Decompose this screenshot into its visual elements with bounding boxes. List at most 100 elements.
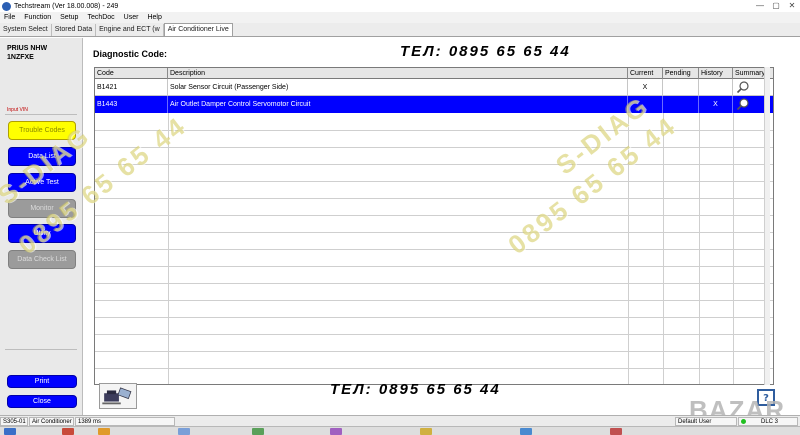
vehicle-model: PRIUS NHW bbox=[7, 45, 48, 52]
vehicle-engine: 1NZFXE bbox=[7, 54, 34, 61]
monitor-button[interactable]: Monitor bbox=[8, 199, 76, 218]
menu-techdoc[interactable]: TechDoc bbox=[87, 14, 114, 21]
techstream-app-icon bbox=[2, 1, 11, 11]
status-system: Air Conditioner bbox=[29, 417, 74, 426]
grid-col-line bbox=[663, 113, 664, 384]
menu-help[interactable]: Help bbox=[147, 14, 161, 21]
row-code: B1421 bbox=[95, 79, 168, 96]
data-list-button[interactable]: Data List bbox=[8, 147, 76, 166]
row-pending bbox=[663, 96, 699, 113]
row-pending bbox=[663, 79, 699, 96]
phone-banner-top: ТЕЛ: 0895 65 65 44 bbox=[400, 43, 571, 60]
col-code-header[interactable]: Code bbox=[95, 68, 168, 79]
dtc-table-header: Code Description Current Pending History… bbox=[95, 68, 773, 79]
input-vin-link[interactable]: Input VIN bbox=[7, 107, 28, 113]
taskbar-app-icon[interactable] bbox=[252, 428, 264, 435]
row-code: B1443 bbox=[95, 96, 168, 113]
grid-row-line bbox=[95, 283, 773, 284]
tab-air-conditioner-live[interactable]: Air Conditioner Live bbox=[163, 23, 233, 36]
engine-tool-icon bbox=[102, 387, 132, 405]
grid-row-line bbox=[95, 317, 773, 318]
grid-row-line bbox=[95, 164, 773, 165]
data-check-list-button[interactable]: Data Check List bbox=[8, 250, 76, 269]
menu-setup[interactable]: Setup bbox=[60, 14, 78, 21]
grid-row-line bbox=[95, 130, 773, 131]
grid-row-line bbox=[95, 215, 773, 216]
row-history: X bbox=[699, 96, 733, 113]
grid-col-line bbox=[699, 113, 700, 384]
status-dlc: DLC 3 bbox=[738, 417, 798, 426]
dtc-table: Code Description Current Pending History… bbox=[94, 67, 774, 385]
tab-system-select[interactable]: System Select bbox=[0, 24, 52, 36]
grid-row-line bbox=[95, 147, 773, 148]
window-title: Techstream (Ver 18.00.008) - 249 bbox=[14, 2, 119, 10]
tab-stored-data[interactable]: Stored Data bbox=[52, 24, 97, 36]
grid-row-line bbox=[95, 368, 773, 369]
menu-function[interactable]: Function bbox=[24, 14, 51, 21]
tab-engine-ect[interactable]: Engine and ECT (w bbox=[96, 24, 164, 36]
trouble-codes-button[interactable]: Trouble Codes bbox=[8, 121, 76, 140]
table-row[interactable]: B1421 Solar Sensor Circuit (Passenger Si… bbox=[95, 79, 773, 96]
taskbar-app-icon[interactable] bbox=[610, 428, 622, 435]
grid-col-line bbox=[628, 113, 629, 384]
close-button[interactable]: Close bbox=[7, 395, 77, 408]
table-row-selected[interactable]: B1443 Air Outlet Damper Control Servomot… bbox=[95, 96, 773, 113]
menu-bar: File Function Setup TechDoc User Help bbox=[0, 12, 800, 23]
print-button[interactable]: Print bbox=[7, 375, 77, 388]
taskbar-app-icon[interactable] bbox=[178, 428, 190, 435]
utility-button[interactable]: Utility bbox=[8, 224, 76, 243]
row-description: Air Outlet Damper Control Servomotor Cir… bbox=[168, 96, 628, 113]
title-bar: Techstream (Ver 18.00.008) - 249 — ▢ ✕ bbox=[0, 0, 800, 12]
window-controls: — ▢ ✕ bbox=[754, 1, 798, 10]
phone-banner-bottom: ТЕЛ: 0895 65 65 44 bbox=[330, 381, 501, 398]
tab-bar: System Select Stored Data Engine and ECT… bbox=[0, 23, 800, 37]
techstream-window: Techstream (Ver 18.00.008) - 249 — ▢ ✕ F… bbox=[0, 0, 800, 435]
grid-row-line bbox=[95, 266, 773, 267]
col-pending-header[interactable]: Pending bbox=[663, 68, 699, 79]
col-description-header[interactable]: Description bbox=[168, 68, 628, 79]
close-window-button[interactable]: ✕ bbox=[786, 1, 798, 10]
grid-row-line bbox=[95, 300, 773, 301]
taskbar-app-icon[interactable] bbox=[520, 428, 532, 435]
taskbar-app-icon[interactable] bbox=[62, 428, 74, 435]
status-bar: S305-01 Air Conditioner 1389 ms Default … bbox=[0, 415, 800, 426]
col-history-header[interactable]: History bbox=[699, 68, 733, 79]
grid-row-line bbox=[95, 351, 773, 352]
status-screen-code: S305-01 bbox=[0, 417, 28, 426]
row-description: Solar Sensor Circuit (Passenger Side) bbox=[168, 79, 628, 96]
maximize-button[interactable]: ▢ bbox=[770, 1, 782, 10]
taskbar-app-icon[interactable] bbox=[420, 428, 432, 435]
diagnostic-code-title: Diagnostic Code: bbox=[93, 49, 168, 59]
start-icon[interactable] bbox=[4, 428, 16, 435]
grid-row-line bbox=[95, 181, 773, 182]
sidebar-divider-bottom bbox=[5, 349, 77, 350]
taskbar-app-icon[interactable] bbox=[330, 428, 342, 435]
status-response-time: 1389 ms bbox=[75, 417, 175, 426]
menu-user[interactable]: User bbox=[124, 14, 139, 21]
main-panel: Diagnostic Code: ТЕЛ: 0895 65 65 44 Code… bbox=[84, 38, 800, 415]
freeze-frame-tool-button[interactable] bbox=[99, 383, 137, 409]
connection-led-icon bbox=[741, 419, 746, 424]
grid-col-line bbox=[168, 113, 169, 384]
grid-row-line bbox=[95, 232, 773, 233]
active-test-button[interactable]: Active Test bbox=[8, 173, 76, 192]
menu-file[interactable]: File bbox=[4, 14, 15, 21]
sidebar-divider bbox=[5, 114, 77, 115]
table-scrollbar[interactable] bbox=[764, 67, 770, 385]
os-taskbar bbox=[0, 426, 800, 435]
magnifier-icon[interactable] bbox=[736, 97, 750, 111]
grid-row-line bbox=[95, 334, 773, 335]
grid-col-line bbox=[733, 113, 734, 384]
grid-row-line bbox=[95, 198, 773, 199]
vehicle-info: PRIUS NHW 1NZFXE bbox=[7, 44, 47, 62]
grid-row-line bbox=[95, 249, 773, 250]
status-user: Default User bbox=[675, 417, 737, 426]
minimize-button[interactable]: — bbox=[754, 1, 766, 10]
sidebar: PRIUS NHW 1NZFXE Input VIN Trouble Codes… bbox=[0, 38, 83, 415]
row-current bbox=[628, 96, 663, 113]
col-current-header[interactable]: Current bbox=[628, 68, 663, 79]
row-current: X bbox=[628, 79, 663, 96]
magnifier-icon[interactable] bbox=[736, 80, 750, 94]
row-history bbox=[699, 79, 733, 96]
taskbar-app-icon[interactable] bbox=[98, 428, 110, 435]
